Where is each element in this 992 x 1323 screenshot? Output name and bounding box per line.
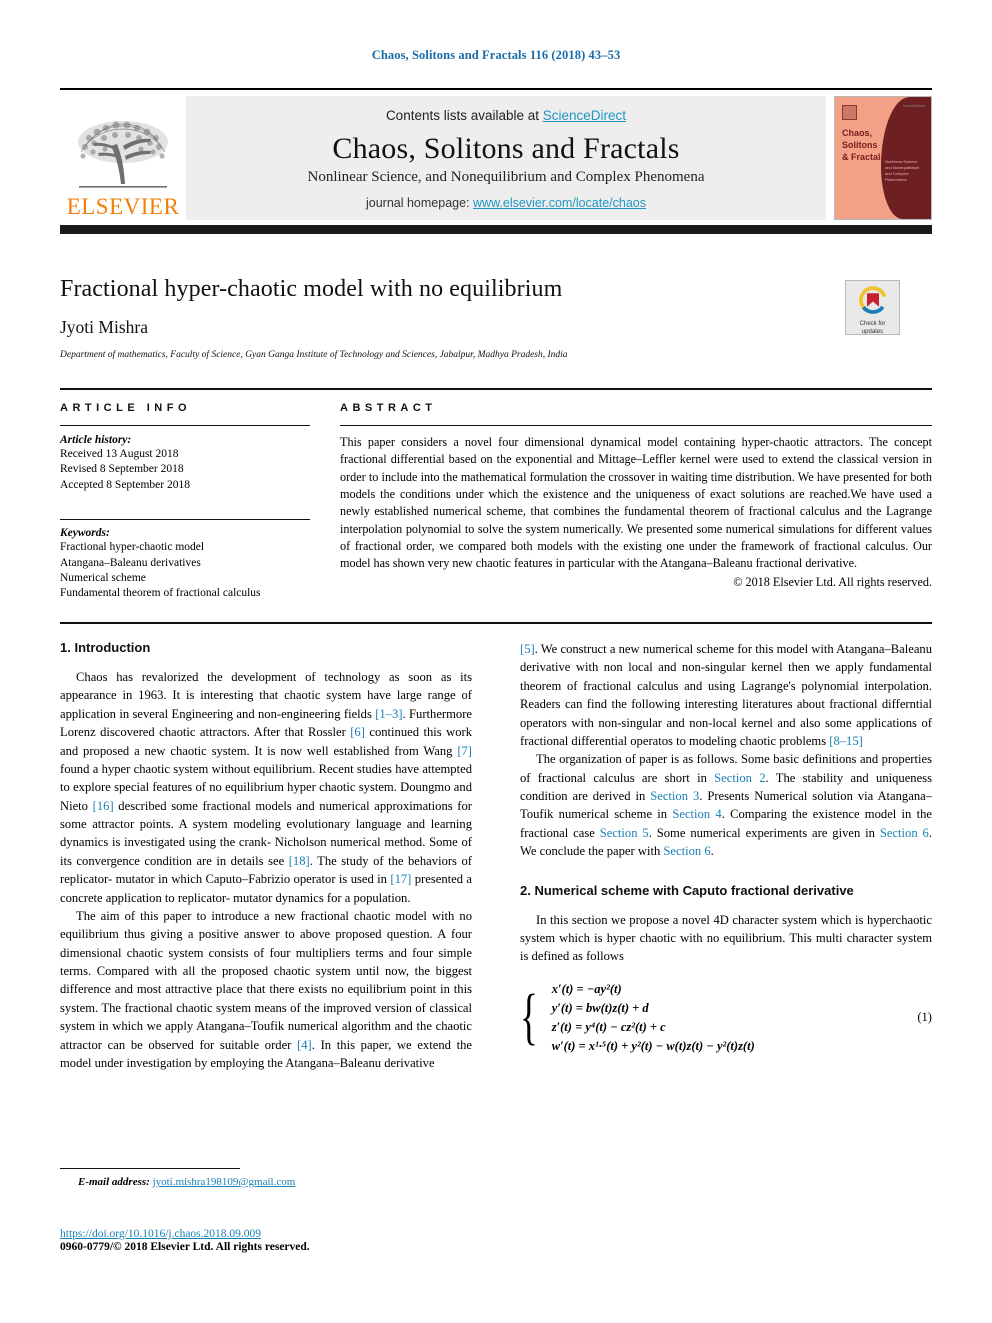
- homepage-prefix: journal homepage:: [365, 196, 474, 210]
- contents-prefix: Contents lists available at: [385, 108, 543, 123]
- citation-ref[interactable]: [1–3]: [375, 707, 402, 721]
- elsevier-logo: ELSEVIER: [60, 96, 186, 220]
- equation-line-2: y′(t) = bw(t)z(t) + d: [551, 1000, 649, 1015]
- citation-ref[interactable]: [4]: [297, 1038, 312, 1052]
- cover-blurb: Nonlinear Science and Nonequilibrium and…: [885, 159, 920, 182]
- cover-title-line1: Chaos,: [842, 128, 873, 138]
- equation-1: { x′(t) = −ay²(t) y′(t) = bw(t)z(t) + d …: [520, 980, 932, 1056]
- divider-keywords: [60, 519, 310, 521]
- page-title: Fractional hyper-chaotic model with no e…: [60, 276, 563, 302]
- email-line: E-mail address: jyoti.mishra198109@gmail…: [60, 1176, 472, 1188]
- keyword-item: Numerical scheme: [60, 572, 146, 585]
- section-link-4[interactable]: Section 4: [672, 807, 721, 821]
- running-head: Chaos, Solitons and Fractals 116 (2018) …: [371, 48, 621, 62]
- intro-paragraph-2: The aim of this paper to introduce a new…: [60, 907, 472, 1072]
- crossmark-badge[interactable]: Check for updates: [845, 280, 900, 335]
- abstract-heading: ABSTRACT: [340, 402, 437, 414]
- article-history-item: Accepted 8 September 2018: [60, 478, 190, 491]
- section-link-6[interactable]: Section 6: [880, 826, 929, 840]
- article-history-item: Received 13 August 2018: [60, 448, 179, 460]
- equation-line-1: x′(t) = −ay²(t): [551, 981, 622, 996]
- citation-ref[interactable]: [6]: [350, 725, 365, 739]
- copyright-line: © 2018 Elsevier Ltd. All rights reserved…: [733, 574, 932, 589]
- intro-p2-text-c: . We construct a new numerical scheme fo…: [520, 642, 932, 748]
- equation-brace: {: [520, 982, 538, 1051]
- keyword-item: Fundamental theorem of fractional calcul…: [60, 587, 261, 600]
- section-link-5[interactable]: Section 5: [600, 826, 649, 840]
- org-text-e: . Some numerical experiments are given i…: [648, 825, 880, 840]
- section-link-2[interactable]: Section 2: [714, 771, 765, 785]
- contents-list-line: Contents lists available at ScienceDirec…: [196, 108, 816, 123]
- citation-ref[interactable]: [17]: [390, 872, 411, 886]
- crossmark-line1: Check for: [859, 321, 886, 327]
- organization-paragraph: The organization of paper is as follows.…: [520, 750, 932, 860]
- org-text-g: .: [710, 844, 714, 859]
- cover-dark-region: [881, 97, 931, 219]
- intro-p2-text-a: The aim of this paper to introduce a new…: [60, 908, 472, 1052]
- crossmark-icon: [858, 286, 887, 314]
- keyword-item: Atangana–Baleanu derivatives: [60, 556, 201, 569]
- paper-page: Chaos, Solitons and Fractals 116 (2018) …: [0, 0, 992, 1323]
- cover-title: Chaos, Solitons & Fractals: [842, 127, 886, 163]
- elsevier-tree-icon: [78, 121, 168, 188]
- citation-ref[interactable]: [18]: [289, 854, 310, 868]
- intro-paragraph-2-continued: [5]. We construct a new numerical scheme…: [520, 640, 932, 750]
- journal-cover-thumbnail: ScienceDirect Chaos, Solitons & Fractals…: [834, 96, 932, 220]
- journal-subtitle: Nonlinear Science, and Nonequilibrium an…: [307, 169, 705, 185]
- email-link[interactable]: jyoti.mishra198109@gmail.com: [153, 1176, 296, 1188]
- body-column-right: [5]. We construct a new numerical scheme…: [520, 640, 932, 1056]
- title-block: Fractional hyper-chaotic model with no e…: [60, 276, 820, 360]
- section-heading-introduction: 1. Introduction: [60, 640, 151, 655]
- citation-ref[interactable]: [16]: [93, 799, 114, 813]
- abstract-text: This paper considers a novel four dimens…: [340, 435, 932, 571]
- cover-title-line3: & Fractals: [842, 152, 886, 163]
- citation-ref[interactable]: [5]: [520, 642, 535, 656]
- section-heading-numerical-scheme: 2. Numerical scheme with Caputo fraction…: [520, 882, 854, 898]
- section-link-6b[interactable]: Section 6: [663, 844, 710, 858]
- author-list: Jyoti Mishra: [60, 317, 148, 337]
- journal-title: Chaos, Solitons and Fractals: [332, 132, 680, 165]
- masthead-center: Contents lists available at ScienceDirec…: [186, 96, 826, 220]
- divider-abstract: [340, 425, 932, 426]
- section2-paragraph-1: In this section we propose a novel 4D ch…: [520, 912, 932, 964]
- equation-line-3: z′(t) = y⁴(t) − cz²(t) + c: [551, 1019, 666, 1034]
- keyword-item: Fractional hyper-chaotic model: [60, 541, 205, 554]
- sciencedirect-link[interactable]: ScienceDirect: [543, 108, 626, 123]
- equation-number: (1): [917, 1010, 932, 1025]
- abstract-column: ABSTRACT This paper considers a novel fo…: [340, 402, 932, 590]
- elsevier-wordmark: ELSEVIER: [66, 194, 180, 219]
- article-history-item: Revised 8 September 2018: [60, 463, 184, 476]
- equation-lines: x′(t) = −ay²(t) y′(t) = bw(t)z(t) + d z′…: [552, 980, 908, 1056]
- cover-corner-text: ScienceDirect: [902, 104, 925, 108]
- keywords-block: Keywords: Fractional hyper-chaotic model…: [60, 519, 310, 602]
- section-link-3[interactable]: Section 3: [650, 789, 699, 803]
- divider-above-info: [60, 388, 932, 390]
- cover-logo-box: [842, 105, 857, 120]
- email-label: E-mail address:: [78, 1176, 150, 1188]
- affiliation: Department of mathematics, Faculty of Sc…: [60, 350, 568, 360]
- article-info-heading: ARTICLE INFO: [60, 402, 191, 414]
- equation-line-4: w′(t) = x¹·⁵(t) + y²(t) − w(t)z(t) − y²(…: [551, 1038, 755, 1053]
- doi-link[interactable]: https://doi.org/10.1016/j.chaos.2018.09.…: [60, 1228, 520, 1240]
- doi-block: https://doi.org/10.1016/j.chaos.2018.09.…: [60, 1228, 520, 1253]
- footnote-block: E-mail address: jyoti.mishra198109@gmail…: [60, 1176, 472, 1188]
- journal-masthead: ELSEVIER Contents lists available at Sci…: [60, 88, 932, 234]
- crossmark-line2: updates: [861, 328, 884, 335]
- keywords-title: Keywords:: [60, 527, 110, 540]
- body-column-left: 1. Introduction Chaos has revalorized th…: [60, 640, 472, 1072]
- article-info-column: ARTICLE INFO Article history: Received 1…: [60, 402, 310, 602]
- crossmark-label: Check for updates: [846, 321, 899, 336]
- intro-paragraph-1: Chaos has revalorized the development of…: [60, 668, 472, 907]
- citation-ref[interactable]: [8–15]: [829, 734, 863, 748]
- divider-info: [60, 425, 310, 426]
- divider-above-body: [60, 622, 932, 624]
- footnote-divider: [60, 1168, 240, 1169]
- issn-copyright-line: 0960-0779/© 2018 Elsevier Ltd. All right…: [60, 1241, 310, 1253]
- article-history-title: Article history:: [60, 434, 132, 446]
- journal-homepage-link[interactable]: www.elsevier.com/locate/chaos: [473, 196, 646, 210]
- journal-homepage-line: journal homepage: www.elsevier.com/locat…: [196, 196, 816, 210]
- cover-title-line2: Solitons: [842, 140, 878, 151]
- citation-ref[interactable]: [7]: [457, 744, 472, 758]
